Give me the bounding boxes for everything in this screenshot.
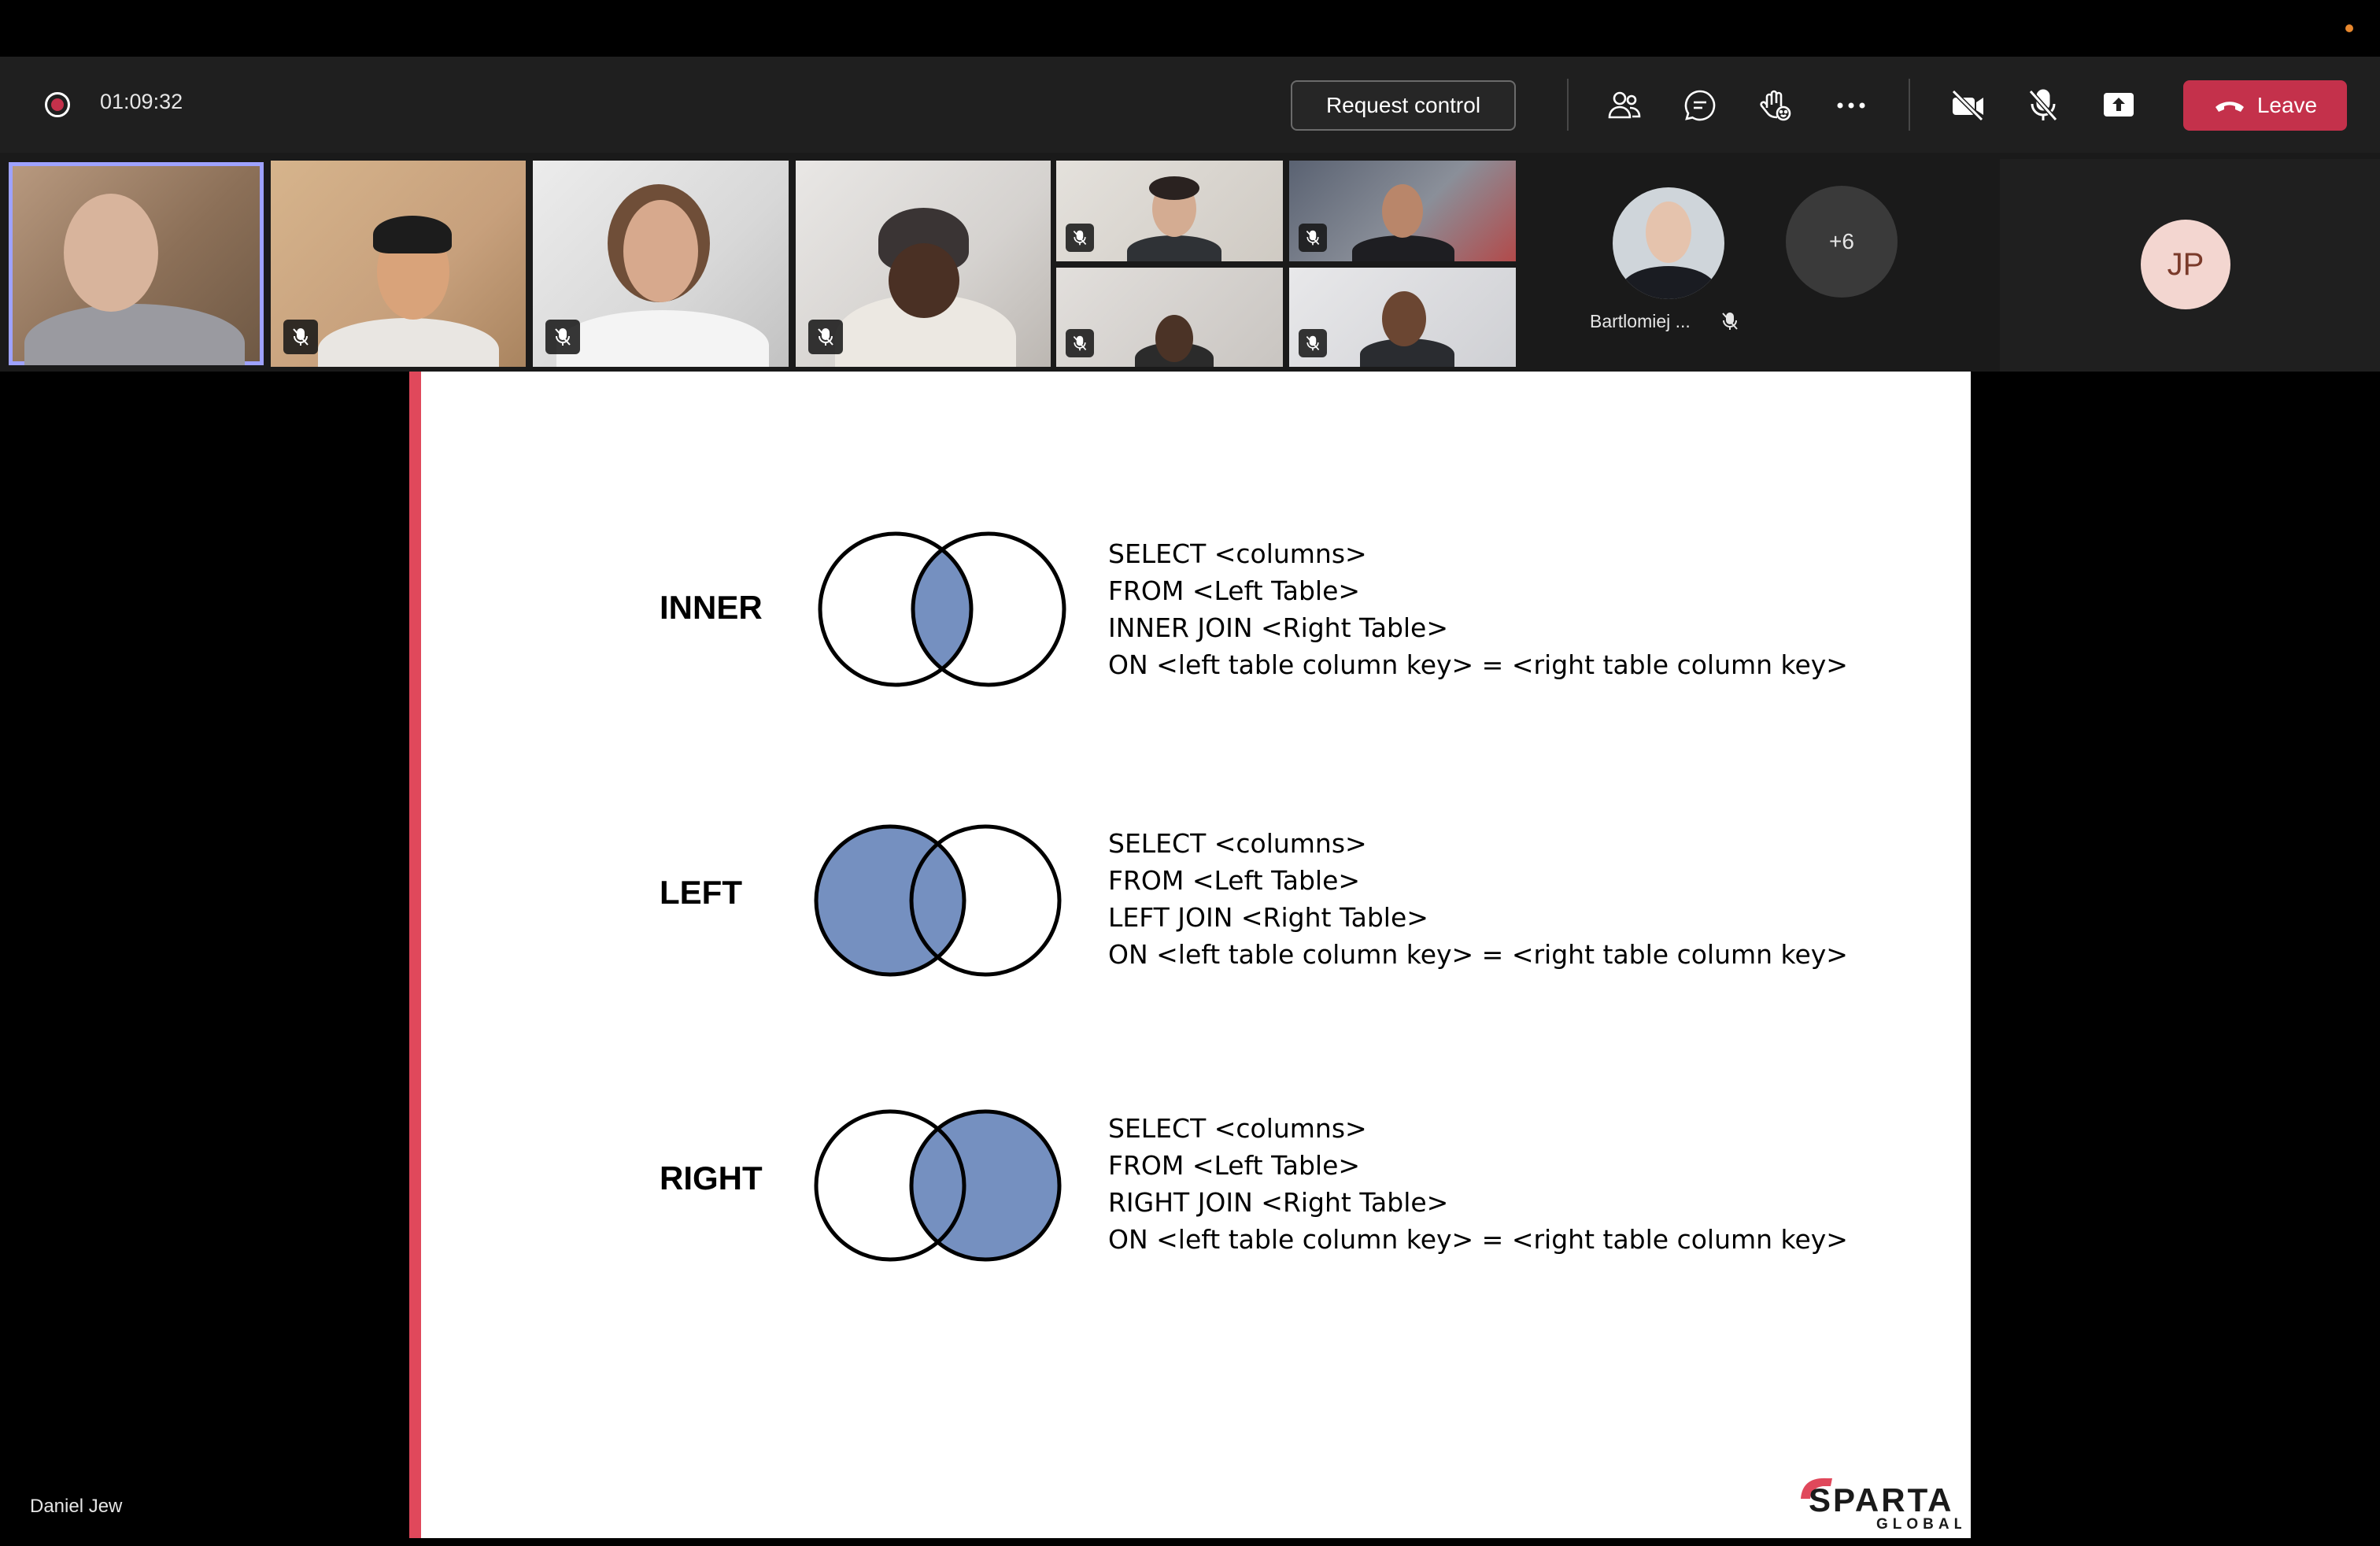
microphone-muted-icon[interactable]	[2020, 82, 2067, 129]
sql-line: INNER JOIN <Right Table>	[1108, 612, 1449, 643]
meeting-timer: 01:09:32	[100, 90, 183, 113]
muted-icon	[1299, 329, 1327, 357]
chat-icon[interactable]	[1676, 82, 1724, 129]
notification-dot	[2345, 24, 2353, 32]
sql-snippet-right: SELECT <columns> FROM <Left Table> RIGHT…	[1108, 1110, 1848, 1258]
participant-body	[1621, 266, 1717, 299]
sql-snippet-inner: SELECT <columns> FROM <Left Table> INNER…	[1108, 535, 1848, 683]
sql-line: FROM <Left Table>	[1108, 575, 1361, 606]
participant-body	[24, 304, 245, 365]
reactions-icon[interactable]	[1752, 82, 1799, 129]
camera-off-icon[interactable]	[1944, 82, 1991, 129]
sparta-global-logo: SPARTA GLOBAL	[1801, 1478, 1961, 1533]
muted-icon	[1066, 329, 1094, 357]
sql-line: SELECT <columns>	[1108, 538, 1367, 569]
muted-icon	[545, 320, 580, 354]
join-label-left: LEFT	[660, 874, 742, 911]
venn-diagram-right	[814, 1109, 1062, 1262]
sql-line: RIGHT JOIN <Right Table>	[1108, 1187, 1449, 1218]
video-tile[interactable]	[1289, 161, 1516, 261]
presenter-name-label: Daniel Jew	[30, 1496, 123, 1517]
participant-face	[1382, 291, 1426, 346]
participant-avatar-photo[interactable]	[1613, 187, 1724, 299]
participant-name: Bartlomiej ...	[1590, 311, 1691, 331]
sql-line: ON <left table column key> = <right tabl…	[1108, 939, 1848, 970]
sql-line: FROM <Left Table>	[1108, 1150, 1361, 1181]
participant-hair	[1149, 176, 1199, 200]
muted-icon	[283, 320, 318, 354]
participant-face	[1646, 202, 1691, 263]
video-tile[interactable]	[796, 161, 1051, 367]
participant-body	[1352, 235, 1454, 261]
video-tile-active-speaker[interactable]	[9, 162, 264, 365]
participant-body	[556, 310, 769, 367]
sql-line: SELECT <columns>	[1108, 828, 1367, 859]
muted-icon	[808, 320, 843, 354]
participant-body	[1127, 235, 1221, 261]
participant-body	[318, 318, 499, 367]
sql-line: ON <left table column key> = <right tabl…	[1108, 649, 1848, 680]
share-screen-icon[interactable]	[2095, 82, 2142, 129]
participant-face	[623, 200, 698, 302]
more-options-icon[interactable]	[1828, 82, 1875, 129]
participants-icon[interactable]	[1601, 82, 1648, 129]
video-tile[interactable]	[271, 161, 526, 367]
muted-icon	[1722, 313, 1738, 330]
leave-button[interactable]: Leave	[2183, 80, 2347, 131]
participant-hair	[373, 216, 452, 253]
more-participants-button[interactable]: +6	[1786, 186, 1898, 298]
toolbar-separator	[1567, 79, 1569, 131]
svg-text:SPARTA: SPARTA	[1809, 1481, 1953, 1518]
toolbar-separator	[1909, 79, 1910, 131]
window-top-bar	[0, 0, 2380, 57]
muted-icon	[1066, 224, 1094, 252]
join-label-inner: INNER	[660, 589, 763, 626]
sql-line: LEFT JOIN <Right Table>	[1108, 902, 1428, 933]
participant-face	[889, 243, 959, 318]
participant-face	[64, 194, 158, 312]
request-control-button[interactable]: Request control	[1291, 80, 1516, 131]
video-tile[interactable]	[533, 161, 789, 367]
initials-avatar[interactable]: JP	[2141, 220, 2230, 309]
hang-up-icon	[2215, 102, 2244, 112]
muted-icon	[1299, 224, 1327, 252]
venn-diagram-left	[814, 824, 1062, 977]
sql-line: SELECT <columns>	[1108, 1113, 1367, 1144]
sql-line: ON <left table column key> = <right tabl…	[1108, 1224, 1848, 1255]
participant-face	[1382, 184, 1423, 238]
participant-face	[1155, 315, 1193, 362]
svg-text:GLOBAL: GLOBAL	[1876, 1516, 1961, 1533]
join-label-right: RIGHT	[660, 1160, 763, 1196]
slide-accent-bar	[409, 372, 421, 1538]
video-tile[interactable]	[1056, 268, 1283, 367]
sql-line: FROM <Left Table>	[1108, 865, 1361, 896]
leave-label: Leave	[2256, 93, 2318, 117]
sql-snippet-left: SELECT <columns> FROM <Left Table> LEFT …	[1108, 825, 1848, 973]
venn-diagram-inner	[818, 531, 1066, 687]
video-tile[interactable]	[1289, 268, 1516, 367]
recording-indicator-icon	[45, 92, 70, 117]
video-tile[interactable]	[1056, 161, 1283, 261]
